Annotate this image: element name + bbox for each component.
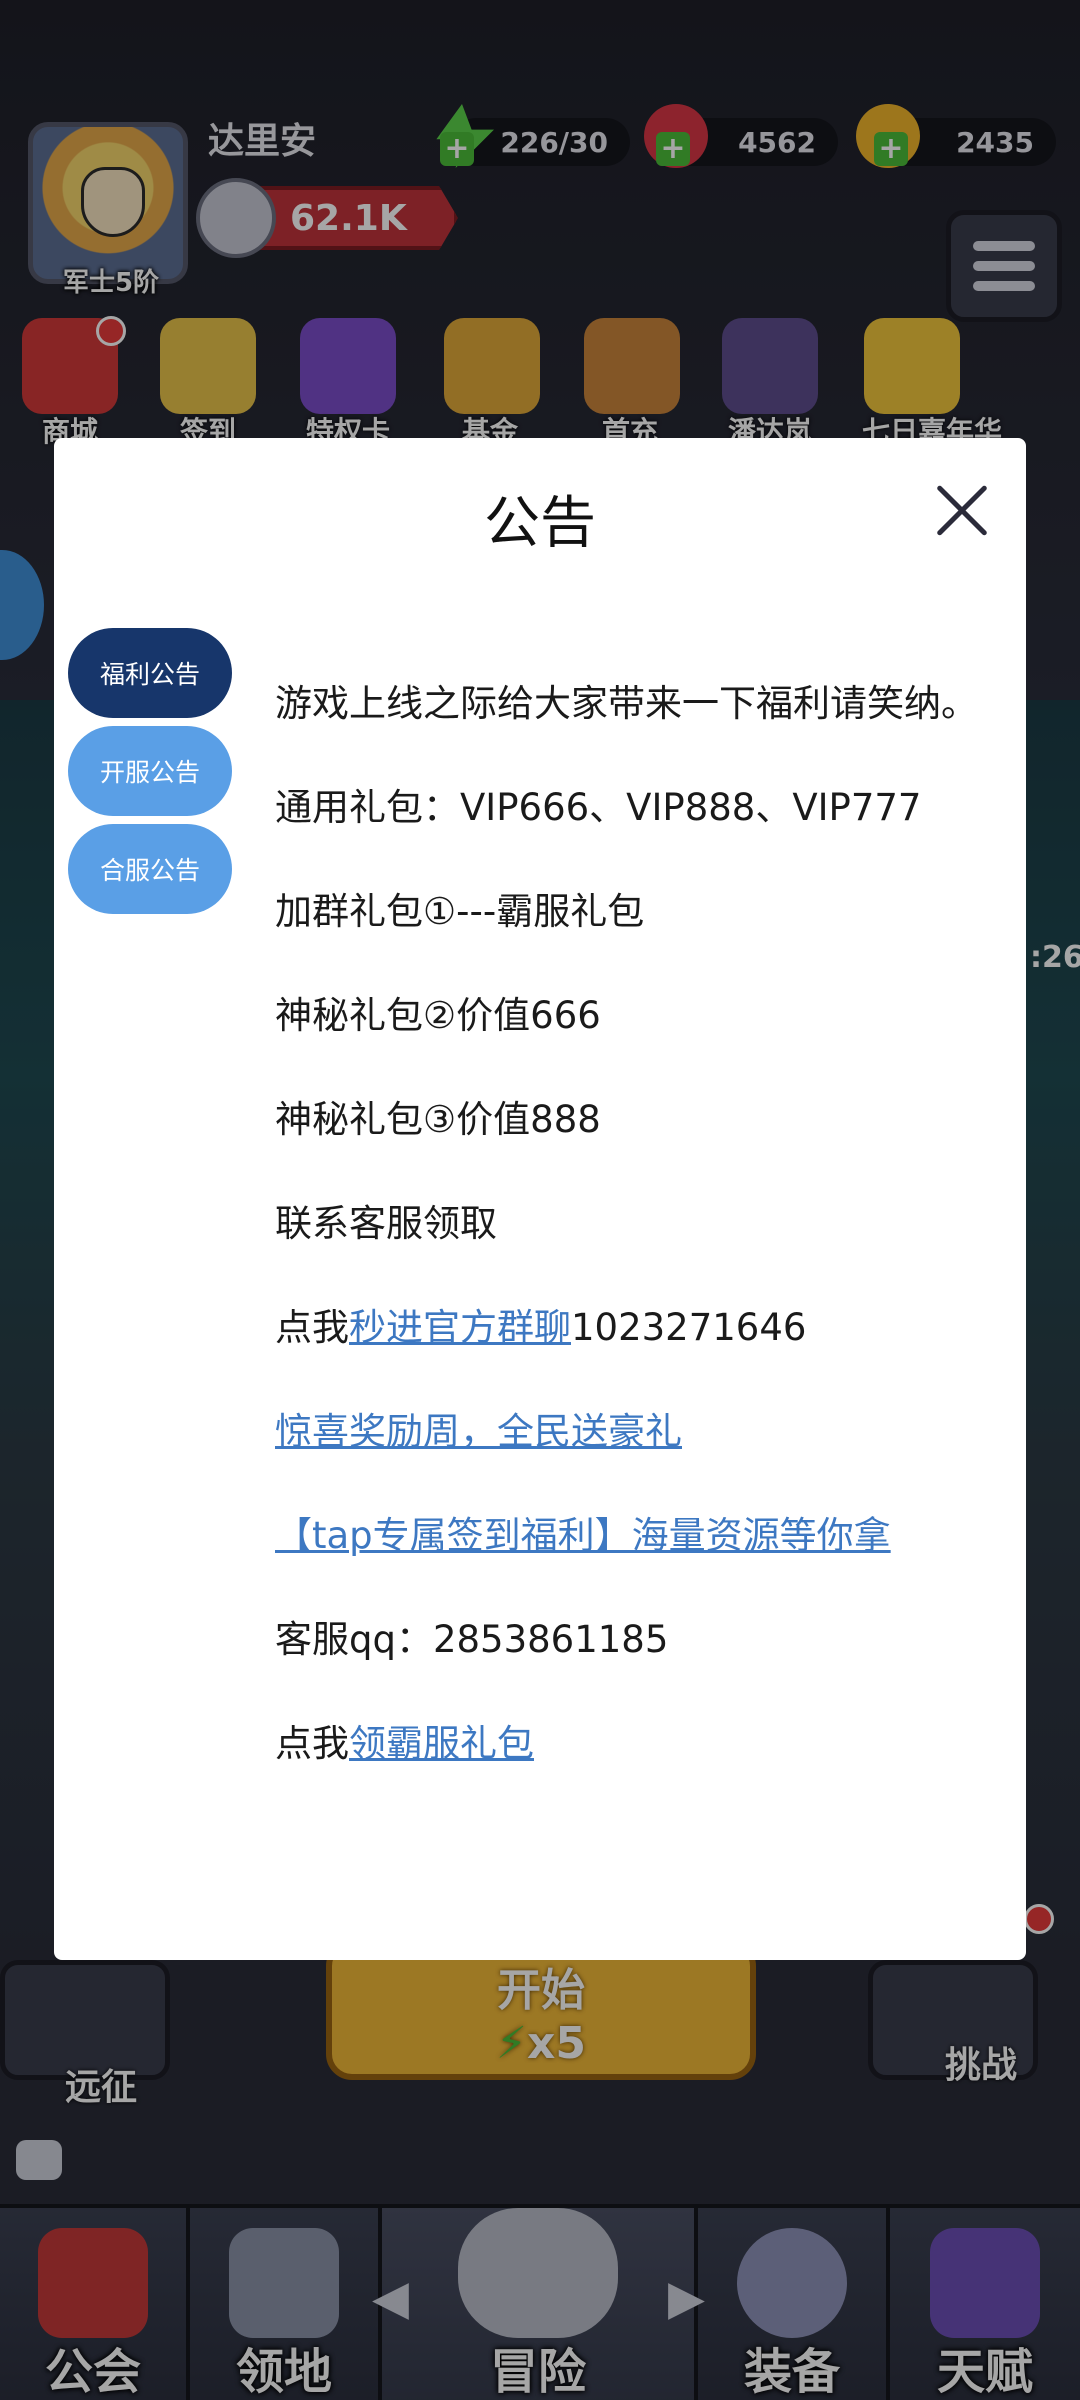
- surprise-line: 惊喜奖励周，全民送豪礼: [275, 1406, 995, 1458]
- tap-line: 【tap专属签到福利】海量资源等你拿: [275, 1510, 995, 1562]
- claim-line: 点我领霸服礼包: [275, 1718, 995, 1770]
- close-icon[interactable]: [934, 482, 990, 538]
- join-group-prefix: 点我: [275, 1306, 349, 1349]
- join-group-line: 点我秒进官方群聊1023271646: [275, 1302, 995, 1354]
- tab-welfare-notice[interactable]: 福利公告: [68, 628, 232, 718]
- group-gift-text: 加群礼包①---霸服礼包: [275, 890, 645, 933]
- service-qq-text: 客服qq：2853861185: [275, 1618, 669, 1661]
- claim-prefix: 点我: [275, 1722, 349, 1765]
- surprise-reward-link[interactable]: 惊喜奖励周，全民送豪礼: [275, 1410, 682, 1453]
- mystery-gift-3-text: 神秘礼包③价值888: [275, 1098, 601, 1141]
- general-gift-text: 通用礼包：VIP666、VIP888、VIP777: [275, 786, 922, 829]
- intro-text: 游戏上线之际给大家带来一下福利请笑纳。: [275, 682, 978, 725]
- announcement-content: 游戏上线之际给大家带来一下福利请笑纳。 通用礼包：VIP666、VIP888、V…: [275, 678, 995, 1822]
- announcement-dialog: 公告 福利公告 开服公告 合服公告 游戏上线之际给大家带来一下福利请笑纳。 通用…: [54, 438, 1026, 1960]
- dialog-title: 公告: [484, 491, 596, 556]
- tab-server-merge-notice[interactable]: 合服公告: [68, 824, 232, 914]
- tab-server-open-notice[interactable]: 开服公告: [68, 726, 232, 816]
- group-number: 1023271646: [571, 1306, 807, 1349]
- join-group-link[interactable]: 秒进官方群聊: [349, 1306, 571, 1349]
- contact-service-text: 联系客服领取: [275, 1202, 497, 1245]
- mystery-gift-2-text: 神秘礼包②价值666: [275, 994, 601, 1037]
- claim-gift-link[interactable]: 领霸服礼包: [349, 1722, 534, 1765]
- tap-checkin-link[interactable]: 【tap专属签到福利】海量资源等你拿: [275, 1514, 891, 1557]
